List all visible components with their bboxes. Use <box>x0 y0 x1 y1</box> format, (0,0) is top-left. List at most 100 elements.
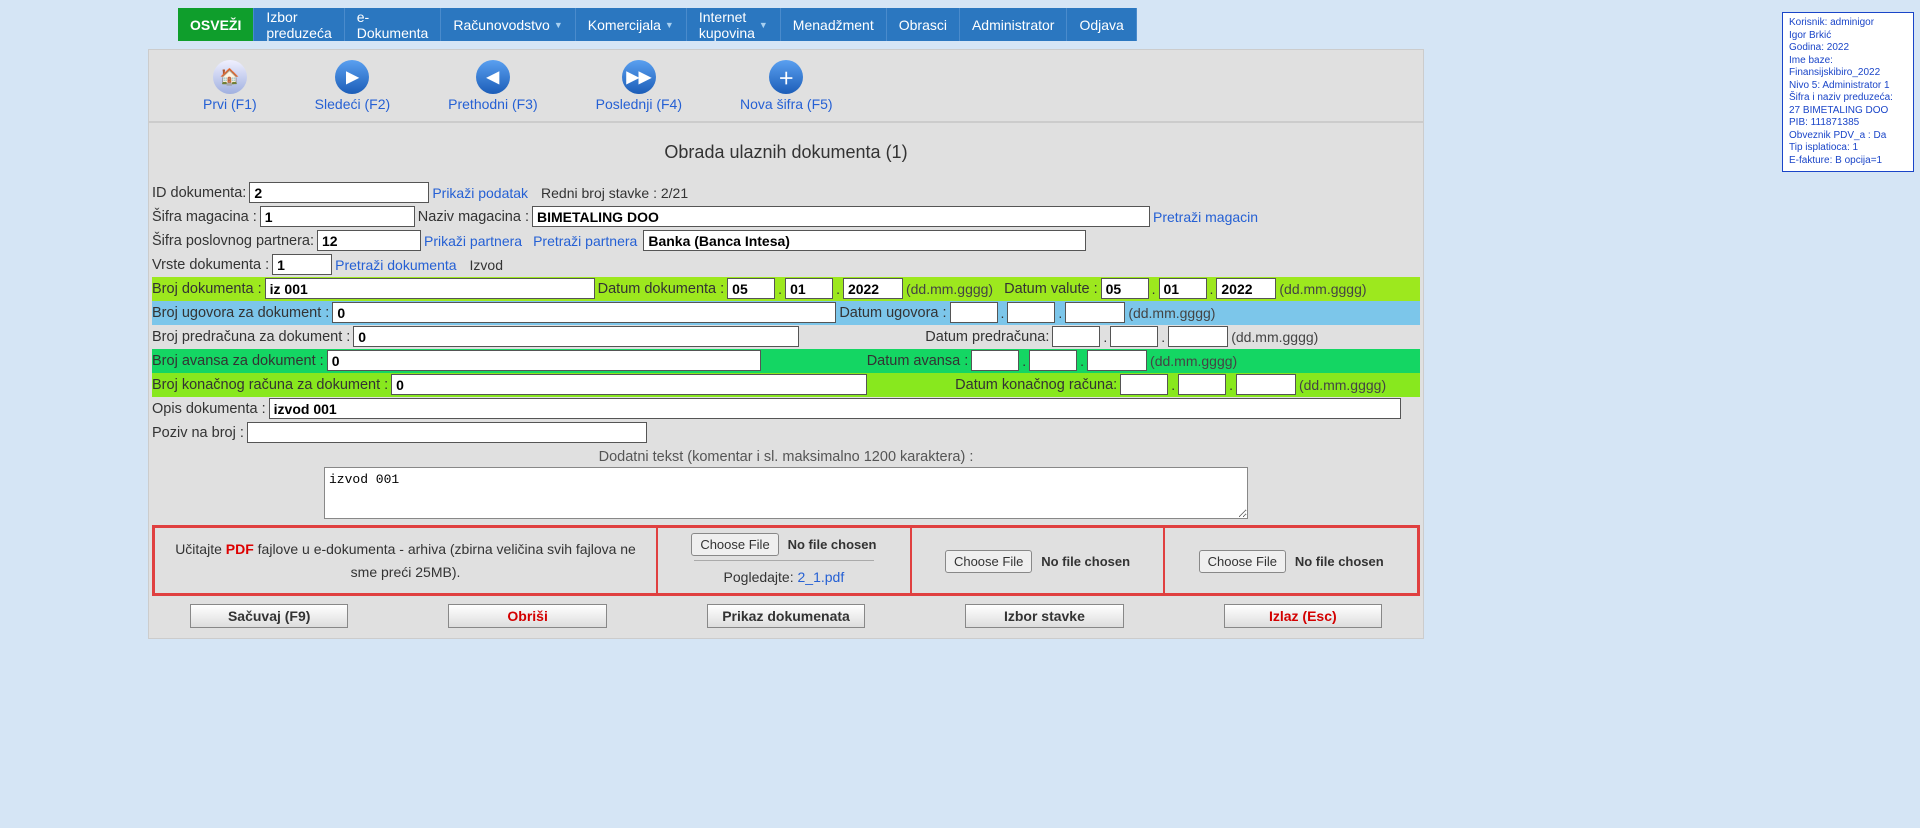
datum-pred-dd[interactable] <box>1052 326 1100 347</box>
caret-down-icon: ▼ <box>554 20 563 30</box>
sifra-magacina-label: Šifra magacina : <box>152 209 257 225</box>
datum-pred-mm[interactable] <box>1110 326 1158 347</box>
sifra-magacina-input[interactable] <box>260 206 415 227</box>
toolbar-label: Sledeći (F2) <box>315 96 390 112</box>
next-record-button[interactable]: ▶ Sledeći (F2) <box>315 60 390 112</box>
caret-down-icon: ▼ <box>665 20 674 30</box>
pretrazi-partnera-link[interactable]: Pretraži partnera <box>533 233 637 249</box>
menu-izbor-preduzeca[interactable]: Izbor preduzeća <box>254 8 344 41</box>
broj-avansa-label: Broj avansa za dokument : <box>152 353 324 369</box>
prikazi-partnera-link[interactable]: Prikaži partnera <box>424 233 522 249</box>
sifra-pp-input[interactable] <box>317 230 421 251</box>
choose-file-button-2[interactable]: Choose File <box>945 550 1032 573</box>
last-record-button[interactable]: ▶▶ Poslednji (F4) <box>596 60 682 112</box>
record-nav-toolbar: 🏠 Prvi (F1) ▶ Sledeći (F2) ◀ Prethodni (… <box>148 49 1424 122</box>
info-line: Ime baze: Finansijskibiro_2022 <box>1789 55 1907 80</box>
datum-val-dd[interactable] <box>1101 278 1149 299</box>
sifra-pp-label: Šifra poslovnog partnera: <box>152 233 314 249</box>
broj-predracuna-label: Broj predračuna za dokument : <box>152 329 350 345</box>
menu-racunovodstvo[interactable]: Računovodstvo▼ <box>441 8 575 41</box>
id-dokumenta-input[interactable] <box>249 182 429 203</box>
ddmm-hint: (dd.mm.gggg) <box>1279 281 1366 297</box>
prikazi-podatak-link[interactable]: Prikaži podatak <box>432 185 528 201</box>
opis-dokumenta-input[interactable] <box>269 398 1401 419</box>
pretrazi-magacin-link[interactable]: Pretraži magacin <box>1153 209 1258 225</box>
menu-odjava[interactable]: Odjava <box>1067 8 1136 41</box>
datum-kon-mm[interactable] <box>1178 374 1226 395</box>
broj-predracuna-input[interactable] <box>353 326 799 347</box>
vrste-dokumenta-input[interactable] <box>272 254 332 275</box>
pdf-link[interactable]: 2_1.pdf <box>798 569 845 585</box>
home-icon: 🏠 <box>213 60 247 94</box>
poziv-na-broj-input[interactable] <box>247 422 647 443</box>
menu-obrasci[interactable]: Obrasci <box>887 8 960 41</box>
datum-av-gggg[interactable] <box>1087 350 1147 371</box>
broj-avansa-input[interactable] <box>327 350 761 371</box>
datum-dok-mm[interactable] <box>785 278 833 299</box>
datum-kon-gggg[interactable] <box>1236 374 1296 395</box>
izvod-label: Izvod <box>470 257 503 273</box>
datum-ug-gggg[interactable] <box>1065 302 1125 323</box>
opis-dokumenta-label: Opis dokumenta : <box>152 401 266 417</box>
datum-av-dd[interactable] <box>971 350 1019 371</box>
toolbar-label: Poslednji (F4) <box>596 96 682 112</box>
info-line: E-fakture: B opcija=1 <box>1789 155 1907 168</box>
file-status-2: No file chosen <box>1041 554 1130 569</box>
delete-button[interactable]: Obriši <box>448 604 606 628</box>
datum-kon-dd[interactable] <box>1120 374 1168 395</box>
show-docs-button[interactable]: Prikaz dokumenata <box>707 604 865 628</box>
info-line: PIB: 111871385 <box>1789 117 1907 130</box>
naziv-magacina-input[interactable] <box>532 206 1150 227</box>
session-info-panel: Korisnik: adminigor Igor Brkić Godina: 2… <box>1782 12 1914 172</box>
menu-e-dokumenta[interactable]: e-Dokumenta <box>345 8 442 41</box>
menu-menadzment[interactable]: Menadžment <box>781 8 887 41</box>
menu-komercijala[interactable]: Komercijala▼ <box>576 8 687 41</box>
datum-ug-dd[interactable] <box>950 302 998 323</box>
datum-av-mm[interactable] <box>1029 350 1077 371</box>
datum-pred-gggg[interactable] <box>1168 326 1228 347</box>
toolbar-label: Prethodni (F3) <box>448 96 537 112</box>
file-upload-3: Choose File No file chosen <box>1164 527 1418 594</box>
document-form: Obrada ulaznih dokumenta (1) ID dokument… <box>148 122 1424 639</box>
broj-ugovora-input[interactable] <box>332 302 836 323</box>
broj-ugovora-label: Broj ugovora za dokument : <box>152 305 329 321</box>
datum-dokumenta-label: Datum dokumenta : <box>598 281 725 297</box>
select-item-button[interactable]: Izbor stavke <box>965 604 1123 628</box>
ddmm-hint: (dd.mm.gggg) <box>1299 377 1386 393</box>
dodatni-tekst-textarea[interactable]: izvod 001 <box>324 467 1248 519</box>
poziv-na-broj-label: Poziv na broj : <box>152 425 244 441</box>
caret-down-icon: ▼ <box>759 20 768 30</box>
datum-ug-mm[interactable] <box>1007 302 1055 323</box>
ddmm-hint: (dd.mm.gggg) <box>906 281 993 297</box>
choose-file-button-1[interactable]: Choose File <box>691 533 778 556</box>
pdf-red-text: PDF <box>226 541 254 557</box>
info-line: Nivo 5: Administrator 1 <box>1789 80 1907 93</box>
first-record-button[interactable]: 🏠 Prvi (F1) <box>203 60 257 112</box>
broj-dokumenta-input[interactable] <box>265 278 595 299</box>
menu-osvezi[interactable]: OSVEŽI <box>178 8 254 41</box>
prev-record-button[interactable]: ◀ Prethodni (F3) <box>448 60 537 112</box>
menu-internet-kupovina[interactable]: Internet kupovina▼ <box>687 8 781 41</box>
upload-instructions: Učitajte PDF fajlove u e-dokumenta - arh… <box>154 527 657 594</box>
prev-icon: ◀ <box>476 60 510 94</box>
file-status-1: No file chosen <box>788 537 877 552</box>
datum-dok-dd[interactable] <box>727 278 775 299</box>
menu-administrator[interactable]: Administrator <box>960 8 1067 41</box>
action-button-row: Sačuvaj (F9) Obriši Prikaz dokumenata Iz… <box>152 600 1420 632</box>
partner-naziv-input[interactable] <box>643 230 1086 251</box>
choose-file-button-3[interactable]: Choose File <box>1199 550 1286 573</box>
datum-val-mm[interactable] <box>1159 278 1207 299</box>
dodatni-tekst-label: Dodatni tekst (komentar i sl. maksimalno… <box>152 445 1420 467</box>
new-record-button[interactable]: ＋ Nova šifra (F5) <box>740 60 833 112</box>
datum-dok-gggg[interactable] <box>843 278 903 299</box>
redni-broj-label: Redni broj stavke : 2/21 <box>541 185 688 201</box>
datum-val-gggg[interactable] <box>1216 278 1276 299</box>
toolbar-label: Prvi (F1) <box>203 96 257 112</box>
exit-button[interactable]: Izlaz (Esc) <box>1224 604 1382 628</box>
naziv-magacina-label: Naziv magacina : <box>418 209 529 225</box>
file-upload-1: Choose File No file chosen Pogledajte: 2… <box>657 527 911 594</box>
broj-konacnog-input[interactable] <box>391 374 867 395</box>
datum-avansa-label: Datum avansa : <box>867 353 969 369</box>
pretrazi-dokumenta-link[interactable]: Pretraži dokumenta <box>335 257 456 273</box>
save-button[interactable]: Sačuvaj (F9) <box>190 604 348 628</box>
